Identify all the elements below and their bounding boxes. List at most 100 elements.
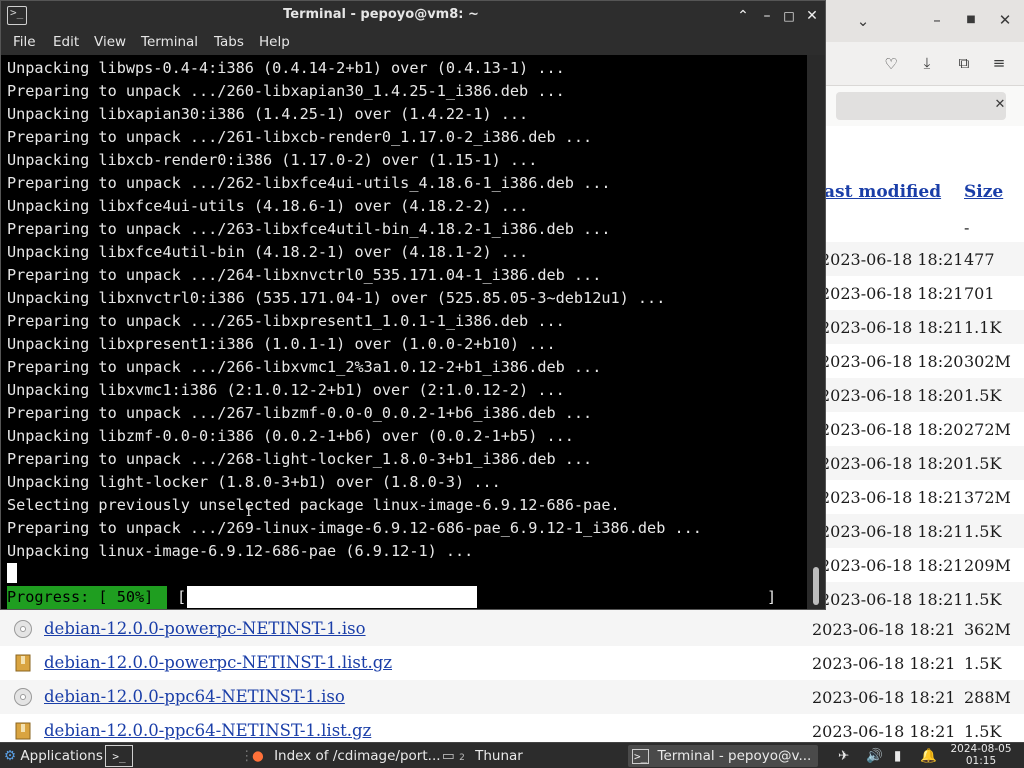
last-modified-cell: 2023-06-18 18:20	[820, 352, 964, 371]
browser-titlebar: ⌄ – ■ ✕	[826, 0, 1024, 42]
archive-icon	[13, 653, 33, 673]
download-icon[interactable]: ⤓	[916, 53, 938, 73]
terminal-line: Unpacking libxapian30:i386 (1.4.25-1) ov…	[7, 105, 529, 123]
size-cell: 209M	[964, 556, 1011, 575]
parent-size: -	[964, 218, 970, 237]
chevron-down-icon[interactable]: ⌄	[852, 11, 874, 31]
terminal-line: Preparing to unpack .../269-linux-image-…	[7, 519, 702, 537]
terminal-line: Preparing to unpack .../262-libxfce4ui-u…	[7, 174, 611, 192]
minimize-icon[interactable]: –	[926, 10, 948, 30]
minimize-icon[interactable]: –	[757, 5, 777, 27]
close-icon[interactable]: ✕	[994, 10, 1016, 30]
task-files[interactable]: ▭ 2 Thunar	[442, 745, 523, 767]
terminal-title: Terminal - pepoyo@vm8: ~	[283, 7, 479, 22]
last-modified-cell: 2023-06-18 18:21	[812, 620, 956, 639]
notification-bar: ✕	[826, 86, 1024, 126]
menu-edit[interactable]: Edit	[53, 34, 79, 50]
notifications-bell-icon[interactable]: 🔔	[920, 745, 937, 767]
terminal-line: Unpacking libzmf-0.0-0:i386 (0.0.2-1+b6)…	[7, 427, 574, 445]
size-cell: 362M	[964, 620, 1011, 639]
progress-bar	[187, 586, 767, 608]
file-link[interactable]: debian-12.0.0-powerpc-NETINST-1.iso	[44, 619, 366, 638]
terminal-scrollbar[interactable]	[807, 55, 825, 609]
last-modified-cell: 2023-06-18 18:21	[820, 284, 964, 303]
size-cell: 288M	[964, 688, 1011, 707]
terminal-line: Unpacking libxfce4ui-utils (4.18.6-1) ov…	[7, 197, 529, 215]
ibeam-cursor-icon: I	[246, 504, 252, 520]
menu-terminal[interactable]: Terminal	[141, 34, 198, 50]
size-cell: 1.5K	[964, 722, 1002, 741]
menu-tabs[interactable]: Tabs	[214, 34, 244, 50]
applications-label: Applications	[20, 748, 103, 764]
volume-icon[interactable]: 🔊	[866, 745, 883, 767]
progress-label: Progress: [ 50%]	[7, 586, 167, 609]
task-terminal[interactable]: >_ Terminal - pepoyo@v...	[628, 745, 818, 767]
chevron-up-icon[interactable]: ⌃	[733, 5, 753, 27]
terminal-output[interactable]: Unpacking libwps-0.4-4:i386 (0.4.14-2+b1…	[1, 55, 807, 609]
extensions-icon[interactable]: ⧉	[953, 53, 975, 73]
size-cell: 701	[964, 284, 995, 303]
size-cell: 302M	[964, 352, 1011, 371]
clock-date: 2024-08-05	[950, 743, 1012, 755]
battery-icon[interactable]: ▮	[894, 745, 901, 767]
terminal-line: Preparing to unpack .../260-libxapian30_…	[7, 82, 565, 100]
close-icon[interactable]: ✕	[989, 95, 1011, 115]
column-last-modified[interactable]: ast modified	[824, 182, 941, 202]
applications-icon: ⚙	[4, 748, 17, 764]
last-modified-cell: 2023-06-18 18:20	[820, 420, 964, 439]
size-cell: 1.1K	[964, 318, 1002, 337]
applications-menu[interactable]: ⚙ Applications	[4, 745, 103, 767]
file-link[interactable]: debian-12.0.0-powerpc-NETINST-1.list.gz	[44, 653, 392, 672]
table-row: debian-12.0.0-powerpc-NETINST-1.iso 2023-…	[0, 612, 1024, 646]
terminal-titlebar[interactable]: >_ Terminal - pepoyo@vm8: ~ ⌃ – □ ✕	[1, 1, 825, 31]
terminal-line: Preparing to unpack .../261-libxcb-rende…	[7, 128, 593, 146]
task-browser[interactable]: ● Index of /cdimage/port...	[252, 745, 441, 767]
size-cell: 1.5K	[964, 654, 1002, 673]
firefox-icon: ●	[252, 748, 264, 764]
hamburger-menu-icon[interactable]: ≡	[988, 53, 1010, 73]
last-modified-cell: 2023-06-18 18:21	[812, 722, 956, 741]
last-modified-cell: 2023-06-18 18:21	[820, 556, 964, 575]
menu-view[interactable]: View	[94, 34, 126, 50]
terminal-line: Unpacking libwps-0.4-4:i386 (0.4.14-2+b1…	[7, 59, 565, 77]
last-modified-cell: 2023-06-18 18:21	[812, 688, 956, 707]
column-size[interactable]: Size	[964, 182, 1003, 202]
size-cell: 1.5K	[964, 386, 1002, 405]
terminal-launcher-icon[interactable]: >_	[105, 745, 133, 767]
last-modified-cell: 2023-06-18 18:21	[820, 250, 964, 269]
size-cell: 477	[964, 250, 995, 269]
pocket-icon[interactable]: ♡	[880, 54, 902, 74]
terminal-line: Unpacking linux-image-6.9.12-686-pae (6.…	[7, 542, 474, 560]
last-modified-cell: 2023-06-18 18:21	[820, 590, 964, 609]
maximize-icon[interactable]: □	[779, 5, 799, 27]
taskbar: ⚙ Applications >_ ⋮ ● Index of /cdimage/…	[0, 742, 1024, 768]
progress-bracket-close: ]	[767, 588, 777, 606]
menu-file[interactable]: File	[13, 34, 36, 50]
terminal-cursor	[7, 563, 17, 583]
folder-icon: ▭	[442, 748, 455, 764]
menu-help[interactable]: Help	[259, 34, 290, 50]
progress-bracket-open: [	[177, 588, 187, 606]
terminal-line: Unpacking light-locker (1.8.0-3+b1) over…	[7, 473, 501, 491]
scrollbar-thumb[interactable]	[813, 567, 819, 605]
disc-icon	[13, 619, 33, 639]
terminal-line: Unpacking libxnvctrl0:i386 (535.171.04-1…	[7, 289, 666, 307]
terminal-line: Preparing to unpack .../264-libxnvctrl0_…	[7, 266, 602, 284]
terminal-line: Preparing to unpack .../267-libzmf-0.0-0…	[7, 404, 593, 422]
network-icon[interactable]: ✈	[838, 745, 849, 767]
disc-icon	[13, 687, 33, 707]
size-cell: 1.5K	[964, 522, 1002, 541]
progress-bar-fill	[187, 586, 477, 608]
clock[interactable]: 2024-08-05 01:15	[946, 743, 1016, 767]
table-row: debian-12.0.0-ppc64-NETINST-1.iso 2023-06…	[0, 680, 1024, 714]
file-link[interactable]: debian-12.0.0-ppc64-NETINST-1.list.gz	[44, 721, 371, 740]
clock-time: 01:15	[965, 755, 997, 767]
close-icon[interactable]: ✕	[802, 5, 822, 27]
last-modified-cell: 2023-06-18 18:21	[820, 318, 964, 337]
terminal-line: Unpacking libxpresent1:i386 (1.0.1-1) ov…	[7, 335, 556, 353]
notification-field	[836, 92, 1006, 120]
maximize-icon[interactable]: ■	[960, 10, 982, 30]
terminal-line: Preparing to unpack .../268-light-locker…	[7, 450, 593, 468]
file-link[interactable]: debian-12.0.0-ppc64-NETINST-1.iso	[44, 687, 345, 706]
task-files-label: Thunar	[475, 748, 523, 764]
